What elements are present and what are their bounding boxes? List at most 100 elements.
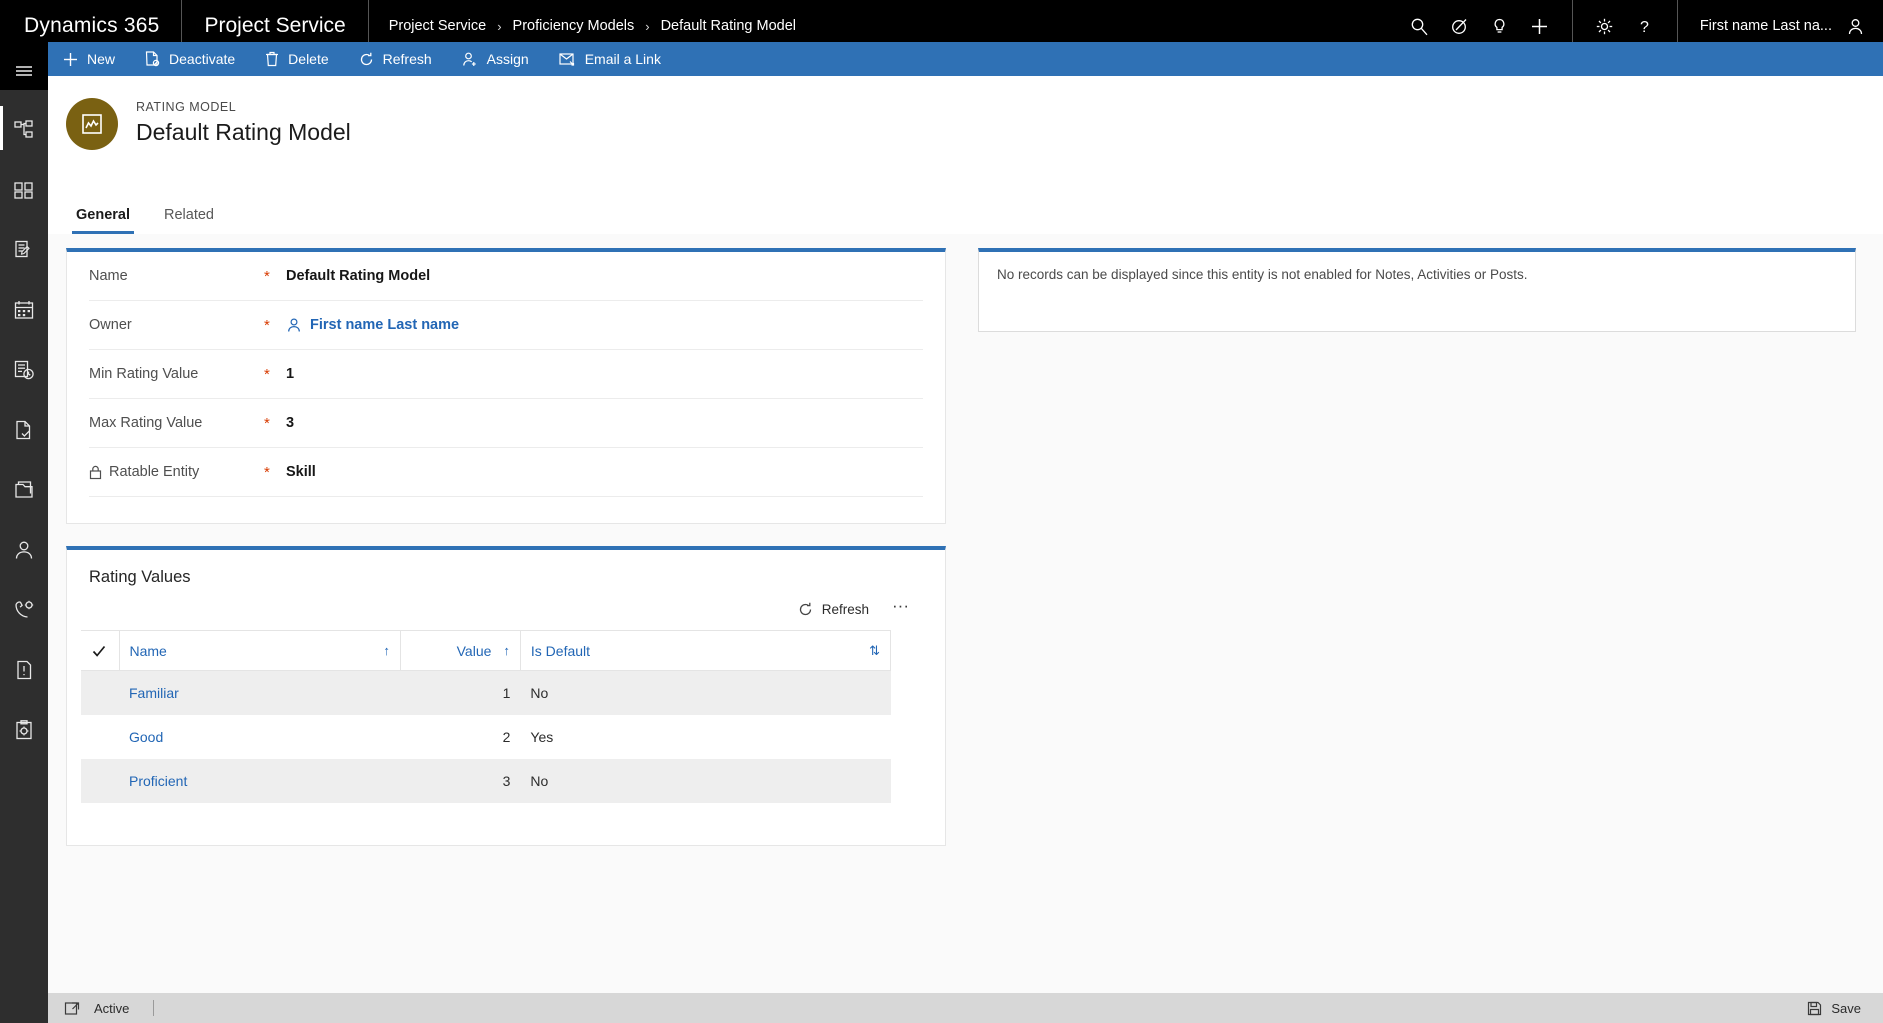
table-body: Familiar 1 No Good 2 Yes Proficient 3 No xyxy=(81,670,891,803)
cell-is-default: Yes xyxy=(530,728,554,745)
open-record-icon[interactable] xyxy=(64,1001,80,1016)
field-label-owner: Owner xyxy=(89,317,132,333)
chevron-right-icon: › xyxy=(645,18,650,34)
field-value-name[interactable]: Default Rating Model xyxy=(286,268,430,284)
rating-values-subgrid-section: Rating Values Refresh ··· Name ↑ Value ↑… xyxy=(66,546,946,846)
table-row[interactable]: Good 2 Yes xyxy=(81,715,891,759)
column-header-is-default-label: Is Default xyxy=(530,642,591,659)
breadcrumb-item-2[interactable]: Default Rating Model xyxy=(661,18,796,34)
cell-name[interactable]: Proficient xyxy=(119,759,400,803)
tab-general[interactable]: General xyxy=(62,207,144,234)
avatar-person-icon xyxy=(1846,17,1865,36)
cell-is-default: No xyxy=(530,684,549,701)
sidebar-item-activity-history[interactable] xyxy=(0,350,48,390)
row-link-familiar[interactable]: Familiar xyxy=(129,685,179,701)
left-navigation-rail xyxy=(0,52,48,1003)
person-icon xyxy=(286,317,302,333)
sidebar-item-phone-settings[interactable] xyxy=(0,590,48,630)
assign-button[interactable]: Assign xyxy=(447,42,544,76)
breadcrumb-item-0[interactable]: Project Service xyxy=(389,18,487,34)
email-a-link-button[interactable]: Email a Link xyxy=(544,42,676,76)
command-bar: New Deactivate Delete Refresh Assign Ema… xyxy=(48,42,1883,76)
cell-is-default: No xyxy=(530,772,549,789)
hamburger-icon[interactable] xyxy=(0,52,48,90)
delete-button-label: Delete xyxy=(288,51,329,67)
tab-strip: General Related xyxy=(48,186,1883,234)
row-checkbox[interactable] xyxy=(81,715,119,759)
save-button[interactable]: Save xyxy=(1807,1001,1883,1016)
select-all-checkbox[interactable] xyxy=(81,630,119,671)
save-button-label: Save xyxy=(1831,1000,1861,1016)
required-indicator: * xyxy=(264,463,270,481)
field-label-max-rating-value: Max Rating Value xyxy=(89,415,203,431)
deactivate-button[interactable]: Deactivate xyxy=(130,42,250,76)
column-header-is-default[interactable]: Is Default ⇅ xyxy=(519,630,892,671)
field-row-max-rating-value: Max Rating Value * 3 xyxy=(89,399,923,448)
sidebar-item-notes[interactable] xyxy=(0,230,48,270)
field-value-ratable-entity: Skill xyxy=(286,464,316,480)
new-button[interactable]: New xyxy=(48,42,130,76)
footer-status-group: Active xyxy=(48,1000,155,1016)
rating-model-icon xyxy=(66,98,118,150)
tab-related[interactable]: Related xyxy=(150,207,228,234)
row-link-proficient[interactable]: Proficient xyxy=(129,773,187,789)
deactivate-button-label: Deactivate xyxy=(169,51,236,67)
notes-empty-message: No records can be displayed since this e… xyxy=(997,267,1528,282)
field-value-owner[interactable]: First name Last name xyxy=(286,317,459,333)
row-link-good[interactable]: Good xyxy=(129,729,163,745)
row-checkbox[interactable] xyxy=(81,671,119,715)
plus-icon xyxy=(63,52,78,67)
refresh-icon xyxy=(359,52,374,67)
chevron-right-icon: › xyxy=(497,18,502,34)
subgrid-toolbar: Refresh ··· xyxy=(67,587,945,630)
breadcrumb-item-1[interactable]: Proficiency Models xyxy=(513,18,635,34)
sort-toggle-icon: ⇅ xyxy=(869,642,880,658)
sort-ascending-icon: ↑ xyxy=(503,643,510,658)
field-row-ratable-entity: Ratable Entity * Skill xyxy=(89,448,923,497)
cell-name[interactable]: Familiar xyxy=(119,671,400,715)
cell-value: 1 xyxy=(502,684,511,701)
status-footer: Active Save xyxy=(0,993,1883,1023)
email-link-icon xyxy=(559,52,576,66)
sidebar-item-sitemap[interactable] xyxy=(0,106,48,150)
required-indicator: * xyxy=(264,267,270,285)
sidebar-item-calendar[interactable] xyxy=(0,290,48,330)
field-value-owner-label: First name Last name xyxy=(310,317,460,333)
delete-button[interactable]: Delete xyxy=(250,42,343,76)
row-checkbox[interactable] xyxy=(81,759,119,803)
sidebar-item-document-check[interactable] xyxy=(0,410,48,450)
sidebar-item-person[interactable] xyxy=(0,530,48,570)
subgrid-refresh-button[interactable]: Refresh xyxy=(789,597,878,622)
refresh-button[interactable]: Refresh xyxy=(344,42,447,76)
sidebar-item-dashboard[interactable] xyxy=(0,170,48,210)
assign-button-label: Assign xyxy=(486,51,529,67)
svg-text:?: ? xyxy=(1640,19,1649,36)
deactivate-icon xyxy=(145,51,160,67)
subgrid-more-commands-button[interactable]: ··· xyxy=(882,597,919,618)
general-form-section: Name * Default Rating Model Owner * Firs… xyxy=(66,248,946,524)
column-header-value[interactable]: Value ↑ xyxy=(399,630,521,671)
field-row-min-rating-value: Min Rating Value * 1 xyxy=(89,350,923,399)
subgrid-refresh-label: Refresh xyxy=(821,602,870,617)
required-indicator: * xyxy=(264,316,270,334)
cell-name[interactable]: Good xyxy=(119,715,400,759)
record-status-label: Active xyxy=(94,1000,130,1016)
field-label-ratable-entity: Ratable Entity xyxy=(89,464,264,480)
sidebar-item-alert-document[interactable] xyxy=(0,650,48,690)
sidebar-item-copy-folder[interactable] xyxy=(0,470,48,510)
field-value-max-rating-value[interactable]: 3 xyxy=(286,415,294,431)
email-a-link-button-label: Email a Link xyxy=(584,51,661,67)
rating-values-table: Name ↑ Value ↑ Is Default ⇅ Familiar 1 N… xyxy=(81,630,892,803)
column-header-name[interactable]: Name ↑ xyxy=(118,630,401,671)
table-row[interactable]: Proficient 3 No xyxy=(81,758,891,803)
field-label-name: Name xyxy=(89,268,128,284)
record-titles: RATING MODEL Default Rating Model xyxy=(136,98,351,146)
field-row-name: Name * Default Rating Model xyxy=(89,252,923,301)
save-disk-icon xyxy=(1807,1001,1822,1016)
sidebar-item-clipboard-settings[interactable] xyxy=(0,710,48,750)
cell-value: 2 xyxy=(502,728,511,745)
field-label-min-rating-value: Min Rating Value xyxy=(89,366,199,382)
cell-value: 3 xyxy=(502,772,511,789)
field-value-min-rating-value[interactable]: 1 xyxy=(286,366,294,382)
table-row[interactable]: Familiar 1 No xyxy=(81,670,891,715)
